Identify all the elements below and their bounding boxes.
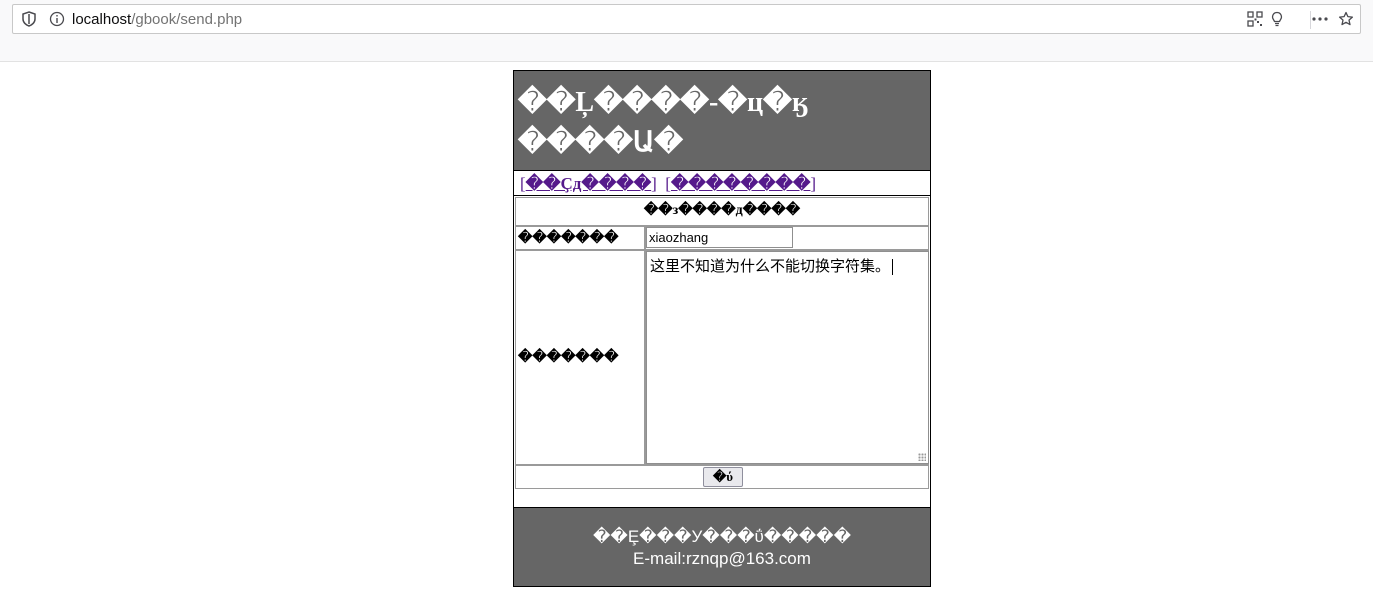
- more-icon[interactable]: [1310, 11, 1330, 27]
- content-text: 这里不知道为什么不能切换字符集。: [650, 257, 891, 275]
- message-form: ��з����д���� ������� ������� 这里不知道为什么不能切…: [513, 196, 931, 507]
- site-footer: ��Ȩ���У���ΰ����� E-mail:rznqp@163.com: [513, 507, 931, 587]
- address-bar[interactable]: localhost/gbook/send.php: [12, 4, 1361, 34]
- browser-toolbar: localhost/gbook/send.php: [0, 0, 1373, 62]
- footer-copyright: ��Ȩ���У���ΰ�����: [592, 527, 852, 546]
- form-caption: ��з����д����: [515, 197, 929, 226]
- site-header: ��Ļ����-�ц�ӄ����Ա�: [513, 70, 931, 171]
- nav-link-view[interactable]: ��������: [671, 174, 810, 193]
- star-icon[interactable]: [1338, 11, 1354, 27]
- resize-grip[interactable]: [918, 453, 926, 461]
- qr-code-icon[interactable]: [1247, 11, 1263, 27]
- nav-bar: [��Ҫд����] [��������]: [513, 171, 931, 196]
- info-icon[interactable]: [49, 11, 65, 27]
- submit-button[interactable]: �ύ: [703, 467, 743, 487]
- name-input[interactable]: [646, 227, 793, 248]
- footer-email: E-mail:rznqp@163.com: [633, 549, 811, 568]
- content-label: �������: [515, 250, 645, 465]
- content-textarea[interactable]: 这里不知道为什么不能切换字符集。: [646, 251, 929, 464]
- url-text[interactable]: localhost/gbook/send.php: [72, 11, 242, 28]
- name-label: �������: [515, 226, 645, 250]
- shield-icon[interactable]: [21, 11, 37, 27]
- site-title: ��Ļ����-�ц�ӄ����Ա�: [518, 87, 809, 158]
- nav-link-write[interactable]: ��Ҫд����: [526, 174, 651, 193]
- lightbulb-icon[interactable]: [1269, 11, 1285, 27]
- text-caret: [892, 258, 894, 275]
- url-host: localhost: [72, 11, 132, 28]
- url-path: /gbook/send.php: [131, 11, 243, 28]
